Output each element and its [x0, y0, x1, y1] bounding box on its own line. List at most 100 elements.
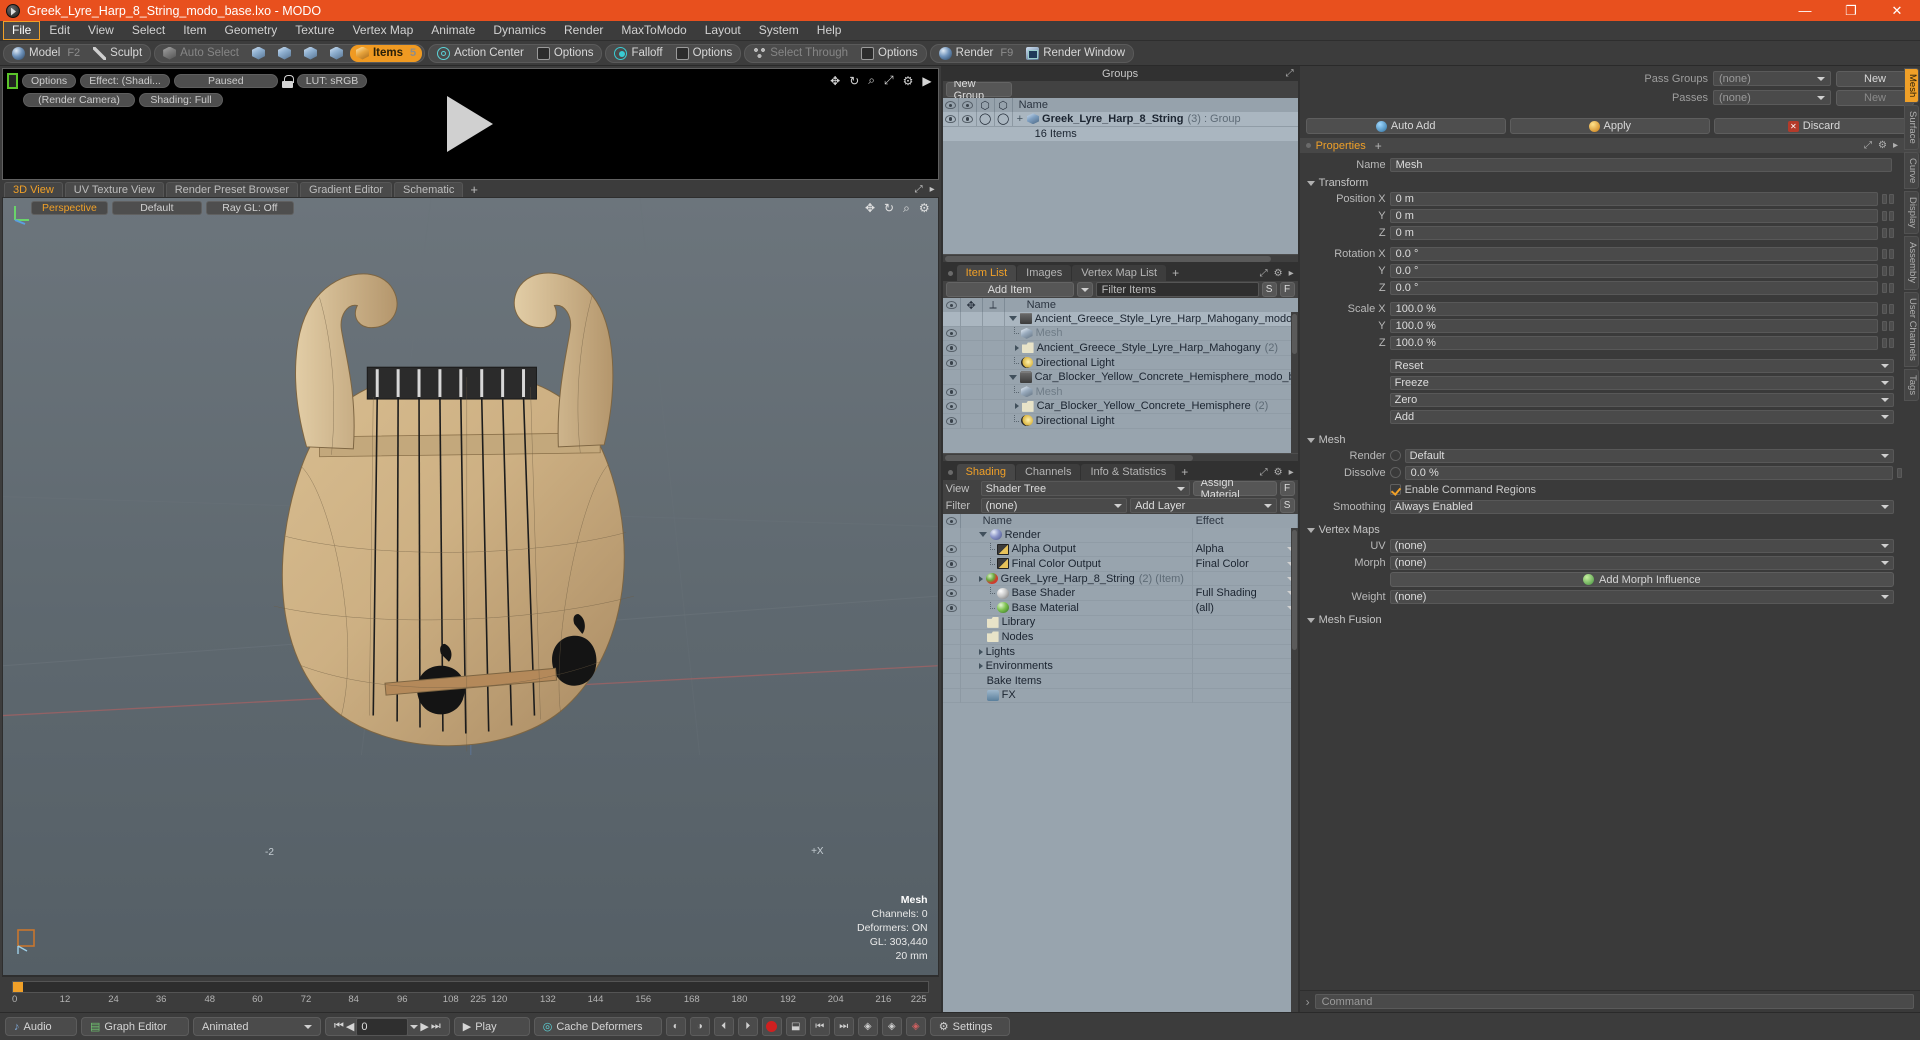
- shader-effect-cell[interactable]: [1191, 571, 1298, 586]
- eye-icon[interactable]: [945, 589, 957, 598]
- viewport-shading-button[interactable]: Default: [111, 201, 202, 215]
- eye-icon[interactable]: [944, 114, 956, 123]
- item-list-vscrollbar[interactable]: [1290, 312, 1298, 453]
- menu-item[interactable]: Item: [174, 21, 215, 40]
- list-item[interactable]: Alpha Output Alpha: [942, 542, 1298, 558]
- assign-material-button[interactable]: Assign Material: [1192, 477, 1277, 501]
- next-frame-icon[interactable]: ▶: [420, 1020, 428, 1033]
- model-mode-button[interactable]: Model F2: [6, 45, 86, 62]
- 3d-viewport[interactable]: -2 +X Perspective Default Ray GL: Off ✥ …: [2, 197, 939, 976]
- tab-channels[interactable]: Channels: [1015, 464, 1081, 480]
- preview-shading-button[interactable]: Shading: Full: [139, 93, 223, 107]
- tab-item-list[interactable]: Item List: [956, 265, 1017, 281]
- gear-icon[interactable]: ⚙: [1274, 268, 1283, 279]
- viewport-menu-icon[interactable]: ▸: [930, 184, 935, 195]
- side-tab-tags[interactable]: Tags: [1904, 368, 1919, 401]
- shader-filter-select[interactable]: (none): [980, 498, 1128, 513]
- shader-effect-cell[interactable]: Full Shading: [1191, 585, 1298, 601]
- channel-dots[interactable]: [1882, 265, 1895, 276]
- expander-open-icon[interactable]: [978, 532, 987, 538]
- list-item[interactable]: Ancient_Greece_Style_Lyre_Harp_Mahogany_…: [942, 312, 1298, 327]
- tab-images[interactable]: Images: [1017, 265, 1072, 281]
- side-tab-assembly[interactable]: Assembly: [1904, 236, 1919, 290]
- eye-icon[interactable]: [945, 545, 957, 554]
- add-morph-influence-button[interactable]: Add Morph Influence: [1389, 572, 1895, 587]
- falloff-button[interactable]: Falloff: [608, 45, 668, 62]
- list-item[interactable]: Lights: [942, 644, 1298, 660]
- key-mode-1-icon[interactable]: ◈: [857, 1017, 878, 1036]
- channel-dots[interactable]: [1882, 337, 1895, 348]
- key-next-icon[interactable]: ⏵: [737, 1017, 758, 1036]
- table-row[interactable]: ◯ ◯ + Greek_Lyre_Harp_8_String (3) : Gro…: [942, 112, 1298, 127]
- key-range-start-icon[interactable]: ⏮: [809, 1017, 830, 1036]
- enable-command-regions-checkbox[interactable]: [1389, 484, 1401, 495]
- add-transform-button[interactable]: Add: [1389, 409, 1895, 424]
- gear-icon[interactable]: ⚙: [919, 201, 930, 216]
- play-triangle-icon[interactable]: [447, 96, 494, 152]
- unlock-icon[interactable]: [281, 74, 294, 88]
- eye-icon[interactable]: [945, 358, 957, 367]
- list-item[interactable]: Nodes: [942, 629, 1298, 645]
- minimize-button[interactable]: —: [1782, 0, 1828, 21]
- apply-button[interactable]: Apply: [1509, 118, 1710, 134]
- list-item[interactable]: Base Shader Full Shading: [942, 585, 1298, 601]
- groups-list-body[interactable]: ◯ ◯ + Greek_Lyre_Harp_8_String (3) : Gro…: [942, 112, 1298, 254]
- mesh-fusion-section-header[interactable]: Mesh Fusion: [1300, 611, 1920, 628]
- tab-gradient-editor[interactable]: Gradient Editor: [300, 182, 392, 197]
- panel-menu-icon[interactable]: ▸: [1289, 268, 1294, 279]
- preview-paused-button[interactable]: Paused: [173, 74, 278, 88]
- key-prev-icon[interactable]: ⏴: [713, 1017, 734, 1036]
- timeline-track[interactable]: [12, 981, 929, 993]
- expander-open-icon[interactable]: [1008, 374, 1017, 380]
- preview-camera-button[interactable]: (Render Camera): [23, 93, 135, 107]
- menu-geometry[interactable]: Geometry: [216, 21, 287, 40]
- shader-tree-body[interactable]: Render Alpha Output Alpha Final Color Ou…: [942, 528, 1298, 1012]
- zoom-icon[interactable]: ⌕: [903, 201, 910, 216]
- mesh-dissolve-radio[interactable]: [1389, 467, 1401, 478]
- filter-items-input[interactable]: Filter Items: [1095, 282, 1259, 297]
- animated-select[interactable]: Animated: [193, 1017, 321, 1036]
- first-frame-icon[interactable]: ⏮: [334, 1020, 344, 1033]
- mesh-render-select[interactable]: Default: [1404, 448, 1895, 463]
- list-item[interactable]: Car_Blocker_Yellow_Concrete_Hemisphere (…: [942, 399, 1298, 415]
- list-item[interactable]: Library: [942, 615, 1298, 631]
- menu-help[interactable]: Help: [808, 21, 851, 40]
- command-input[interactable]: Command: [1314, 994, 1915, 1009]
- list-item[interactable]: Directional Light: [942, 413, 1298, 429]
- preview-lut-button[interactable]: LUT: sRGB: [296, 74, 368, 88]
- channel-dots[interactable]: [1882, 320, 1895, 331]
- record-button[interactable]: [761, 1017, 782, 1036]
- list-item[interactable]: Render: [942, 528, 1298, 543]
- menu-maxtomodo[interactable]: MaxToModo: [612, 21, 695, 40]
- add-item-button[interactable]: Add Item: [945, 282, 1074, 297]
- shader-effect-cell[interactable]: Final Color: [1191, 556, 1298, 572]
- shade-toggle-icon[interactable]: ◯: [995, 112, 1013, 127]
- eye-icon[interactable]: [945, 343, 957, 352]
- expand-plus-icon[interactable]: +: [1017, 113, 1023, 125]
- rotation-x-input[interactable]: 0.0 °: [1389, 246, 1879, 261]
- auto-select-button[interactable]: Auto Select: [157, 45, 245, 62]
- tab-uv-texture-view[interactable]: UV Texture View: [64, 182, 164, 197]
- tab-shading[interactable]: Shading: [956, 464, 1015, 480]
- list-item[interactable]: FX: [942, 688, 1298, 704]
- menu-animate[interactable]: Animate: [422, 21, 484, 40]
- settings-button[interactable]: ⚙ Settings: [929, 1017, 1010, 1036]
- render-button[interactable]: Render F9: [933, 45, 1020, 62]
- anim-toggle-2-icon[interactable]: ◑: [689, 1017, 710, 1036]
- groups-hscrollbar[interactable]: [942, 254, 1298, 262]
- action-center-button[interactable]: Action Center: [431, 45, 530, 62]
- channel-dots[interactable]: [1882, 282, 1895, 293]
- tab-schematic[interactable]: Schematic: [394, 182, 464, 197]
- mesh-smoothing-select[interactable]: Always Enabled: [1389, 499, 1895, 514]
- discard-button[interactable]: ✕ Discard: [1713, 118, 1915, 134]
- audio-button[interactable]: ♪ Audio: [5, 1017, 77, 1036]
- gear-icon[interactable]: ⚙: [1878, 140, 1887, 151]
- weight-select[interactable]: (none): [1389, 589, 1895, 604]
- cache-deformers-button[interactable]: ◎ Cache Deformers: [533, 1017, 662, 1036]
- eye-icon[interactable]: [945, 402, 957, 411]
- menu-view[interactable]: View: [79, 21, 123, 40]
- shading-s-button[interactable]: S: [1279, 498, 1295, 513]
- edge-select-button[interactable]: [272, 45, 297, 62]
- channel-dots[interactable]: [1882, 193, 1895, 204]
- gear-icon[interactable]: ⚙: [1274, 467, 1283, 478]
